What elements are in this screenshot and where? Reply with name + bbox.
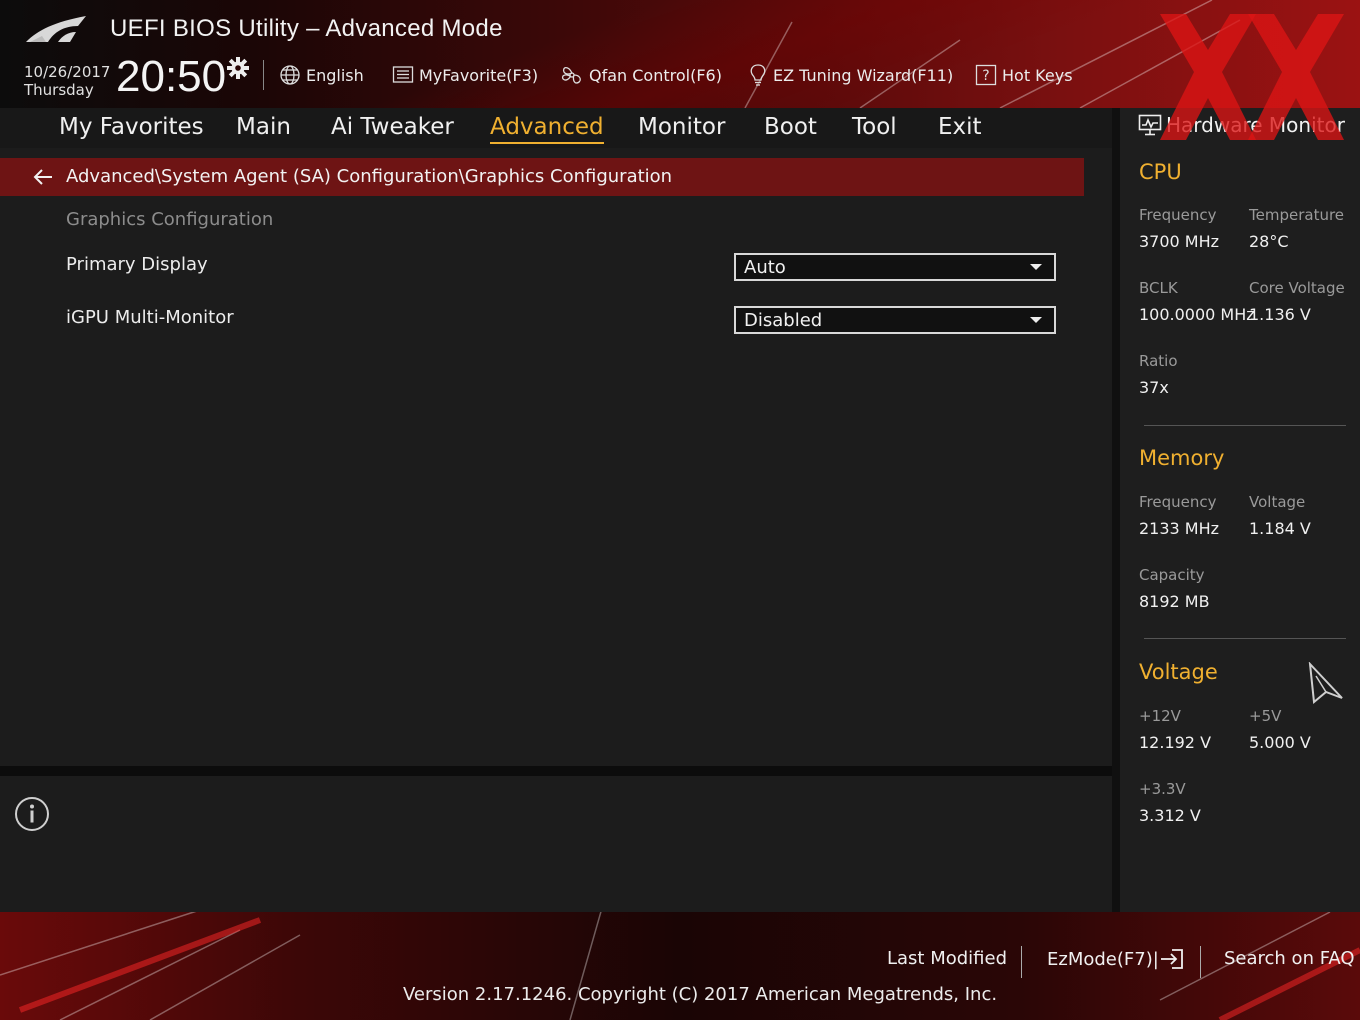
myfavorite-button[interactable]: MyFavorite(F3): [392, 62, 538, 88]
ezmode-button[interactable]: EzMode(F7)|: [1047, 948, 1184, 970]
qfan-control-button[interactable]: Qfan Control(F6): [560, 62, 722, 88]
panel-divider: [0, 766, 1112, 776]
section-divider: [1144, 638, 1346, 639]
memory-voltage-value: 1.184 V: [1249, 519, 1311, 538]
memory-voltage-label: Voltage: [1249, 493, 1306, 511]
app-title: UEFI BIOS Utility – Advanced Mode: [110, 15, 503, 42]
memory-section-title: Memory: [1139, 446, 1225, 470]
last-modified-button[interactable]: Last Modified: [887, 948, 1007, 969]
cpu-frequency-value: 3700 MHz: [1139, 232, 1220, 251]
capacity-label: Capacity: [1139, 566, 1205, 584]
help-key-icon: ?: [975, 64, 997, 86]
header-separator: [263, 60, 264, 90]
v5-value: 5.000 V: [1249, 733, 1311, 752]
tab-exit[interactable]: Exit: [938, 114, 982, 140]
bclk-label: BCLK: [1139, 279, 1178, 297]
ez-tuning-wizard-button[interactable]: EZ Tuning Wizard(F11): [748, 62, 953, 88]
info-icon: [15, 797, 49, 831]
clock-display: 20:50: [116, 52, 227, 101]
hot-keys-label: Hot Keys: [1002, 65, 1073, 85]
tab-ai-tweaker[interactable]: Ai Tweaker: [331, 114, 454, 140]
igpu-multi-monitor-value: Disabled: [744, 310, 823, 331]
section-title: Graphics Configuration: [66, 209, 274, 230]
tab-boot[interactable]: Boot: [764, 114, 817, 140]
hot-keys-button[interactable]: ? Hot Keys: [975, 62, 1073, 88]
section-divider: [1144, 425, 1346, 426]
cpu-frequency-label: Frequency: [1139, 206, 1217, 224]
exit-arrow-icon: [1160, 949, 1183, 969]
lightbulb-icon: [750, 64, 766, 86]
ratio-value: 37x: [1139, 378, 1169, 397]
breadcrumb[interactable]: Advanced\System Agent (SA) Configuration…: [0, 158, 1084, 196]
settings-panel: Advanced\System Agent (SA) Configuration…: [0, 148, 1112, 766]
tab-tool[interactable]: Tool: [852, 114, 897, 140]
back-arrow-icon[interactable]: [32, 167, 54, 187]
chevron-down-icon: [1030, 264, 1042, 270]
v33-label: +3.3V: [1139, 780, 1186, 798]
ez-tuning-wizard-label: EZ Tuning Wizard(F11): [773, 65, 954, 85]
primary-display-value: Auto: [744, 257, 786, 278]
gear-icon[interactable]: [226, 56, 250, 80]
cpu-section-title: CPU: [1139, 160, 1182, 184]
bios-screen: UEFI BIOS Utility – Advanced Mode 10/26/…: [0, 0, 1360, 1020]
tab-main[interactable]: Main: [236, 114, 291, 140]
v5-label: +5V: [1249, 707, 1282, 725]
hardware-monitor-body: Hardware Monitor CPU Frequency Temperatu…: [1120, 108, 1360, 912]
tab-my-favorites[interactable]: My Favorites: [59, 114, 204, 140]
language-button[interactable]: English: [279, 62, 364, 88]
hardware-monitor-panel: Hardware Monitor CPU Frequency Temperatu…: [1112, 108, 1360, 912]
weekday-value: Thursday: [24, 81, 94, 99]
mouse-cursor-icon: [1308, 662, 1343, 704]
voltage-section-title: Voltage: [1139, 660, 1218, 684]
ezmode-label: EzMode(F7)|: [1047, 948, 1159, 970]
memory-frequency-value: 2133 MHz: [1139, 519, 1220, 538]
v12-value: 12.192 V: [1139, 733, 1212, 752]
memory-frequency-label: Frequency: [1139, 493, 1217, 511]
date-display: 10/26/2017 Thursday: [24, 63, 110, 99]
v12-label: +12V: [1139, 707, 1181, 725]
help-panel: [0, 776, 1112, 912]
primary-display-select[interactable]: Auto: [734, 253, 1056, 281]
main-nav: My Favorites Main Ai Tweaker Advanced Mo…: [0, 108, 1112, 148]
tab-monitor[interactable]: Monitor: [638, 114, 725, 140]
footer-separator: [1021, 946, 1022, 978]
v33-value: 3.312 V: [1139, 806, 1201, 825]
rog-logo-icon: [26, 16, 86, 42]
ratio-label: Ratio: [1139, 352, 1178, 370]
hardware-monitor-title: Hardware Monitor: [1166, 113, 1345, 137]
igpu-multi-monitor-label: iGPU Multi-Monitor: [66, 307, 234, 328]
myfavorite-label: MyFavorite(F3): [419, 65, 539, 85]
search-faq-button[interactable]: Search on FAQ: [1224, 948, 1355, 969]
globe-icon: [280, 65, 300, 85]
favorite-list-icon: [392, 66, 414, 83]
cpu-temperature-label: Temperature: [1249, 206, 1345, 224]
chevron-down-icon: [1030, 317, 1042, 323]
monitor-icon: [1138, 114, 1162, 136]
bclk-value: 100.0000 MHz: [1139, 305, 1255, 324]
svg-text:?: ?: [982, 68, 989, 84]
primary-display-label: Primary Display: [66, 254, 208, 275]
cpu-temperature-value: 28°C: [1249, 232, 1289, 251]
core-voltage-value: 1.136 V: [1249, 305, 1311, 324]
qfan-control-label: Qfan Control(F6): [589, 65, 722, 85]
date-value: 10/26/2017: [24, 63, 111, 81]
core-voltage-label: Core Voltage: [1249, 279, 1345, 297]
version-text: Version 2.17.1246. Copyright (C) 2017 Am…: [403, 984, 998, 1005]
tab-advanced[interactable]: Advanced: [490, 114, 604, 144]
igpu-multi-monitor-select[interactable]: Disabled: [734, 306, 1056, 334]
language-label: English: [306, 65, 364, 85]
capacity-value: 8192 MB: [1139, 592, 1210, 611]
breadcrumb-path: Advanced\System Agent (SA) Configuration…: [66, 166, 673, 187]
footer-separator: [1200, 946, 1201, 978]
fan-icon: [561, 66, 581, 84]
